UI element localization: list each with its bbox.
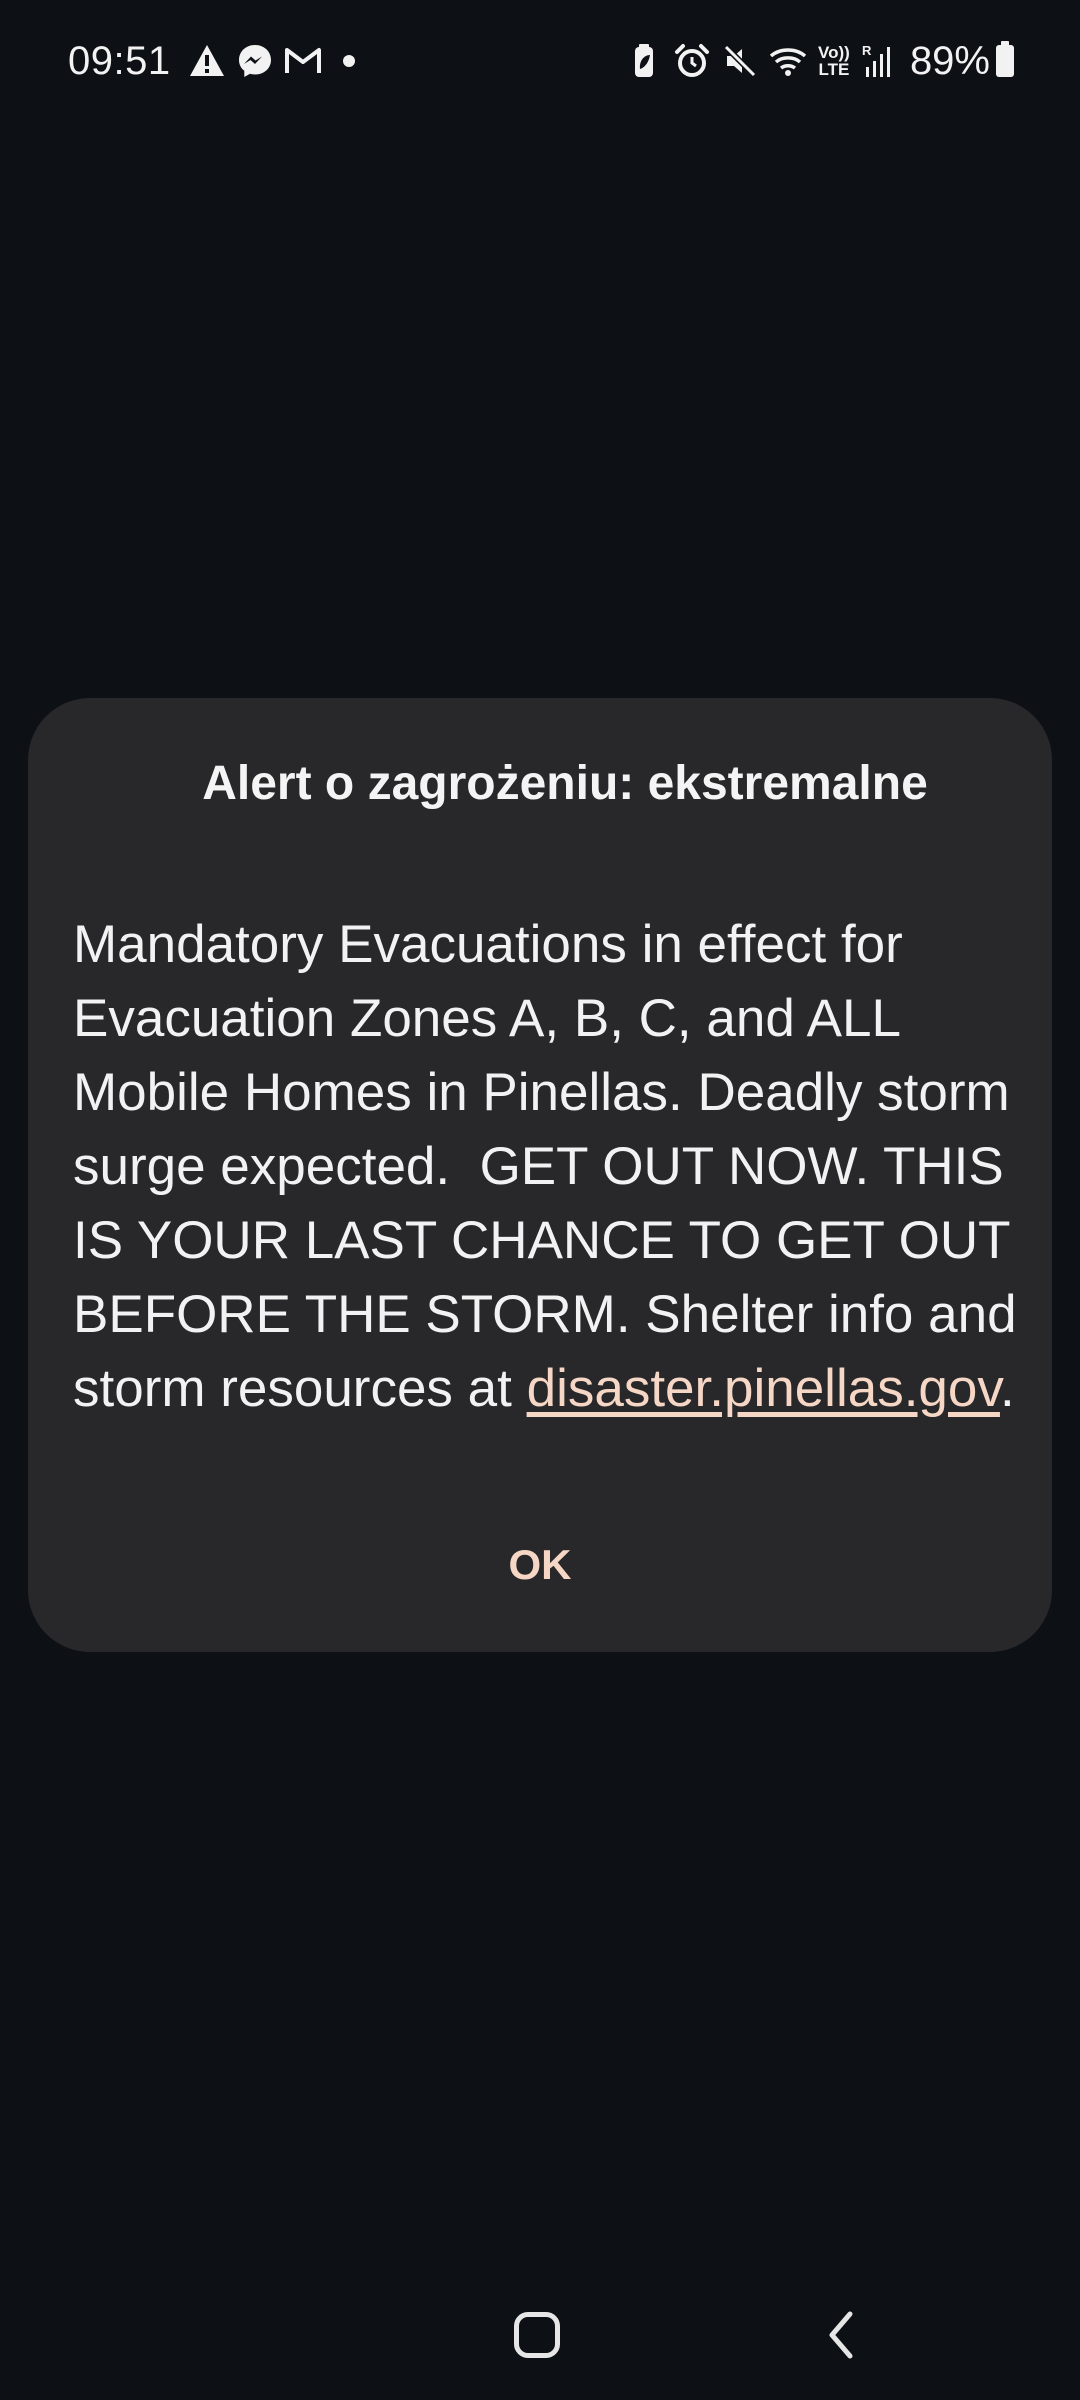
status-bar-right: Vo)) LTE R 89%: [620, 36, 1014, 86]
battery-icon: [996, 41, 1014, 77]
ok-button[interactable]: OK: [440, 1520, 640, 1610]
wifi-icon: [768, 41, 808, 81]
clock: 09:51: [68, 38, 171, 83]
disaster-website-link[interactable]: disaster.pinellas.gov: [527, 1359, 1000, 1418]
status-bar-left: 09:51: [68, 36, 355, 86]
mute-icon: [720, 41, 760, 81]
battery-percent: 89%: [909, 38, 990, 83]
alarm-icon: [672, 41, 712, 81]
messenger-icon: [235, 41, 275, 81]
svg-text:R: R: [862, 43, 872, 58]
screen: 09:51 Vo)) LTE R 89% Alert o zagrożeniu:…: [0, 0, 1080, 2400]
gmail-icon: [283, 41, 323, 81]
warning-icon: [187, 41, 227, 81]
back-chevron-icon: [829, 2311, 853, 2359]
lte-label: LTE: [818, 60, 850, 79]
alert-message: Mandatory Evacuations in effect for Evac…: [73, 908, 1033, 1426]
battery-saver-icon: [624, 41, 664, 81]
status-bar: 09:51 Vo)) LTE R 89%: [0, 0, 1080, 120]
signal-icon: R: [860, 41, 900, 81]
home-button[interactable]: [514, 2312, 560, 2358]
dialog-title: Alert o zagrożeniu: ekstremalne: [202, 757, 928, 810]
alert-message-text: Mandatory Evacuations in effect for Evac…: [73, 915, 1032, 1418]
volte-icon: Vo)) LTE: [816, 44, 852, 78]
back-button[interactable]: [822, 2308, 862, 2362]
alert-message-end: .: [999, 1359, 1015, 1418]
emergency-alert-dialog: Alert o zagrożeniu: ekstremalne Mandator…: [28, 698, 1052, 1652]
more-notifications-dot-icon: [342, 55, 355, 67]
